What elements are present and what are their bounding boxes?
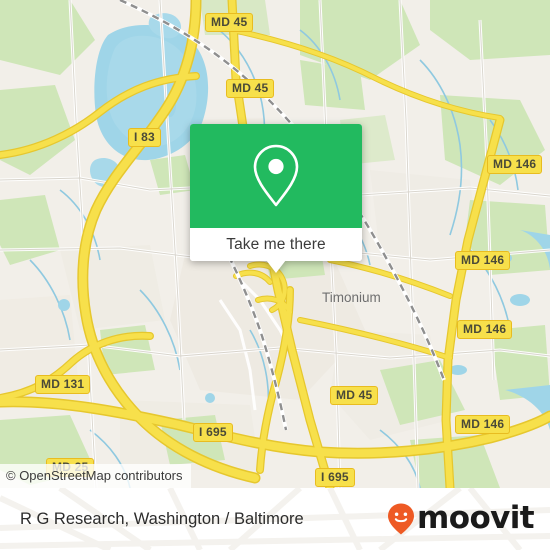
location-popup-card[interactable]: Take me there	[190, 124, 362, 273]
moovit-wordmark: moovit	[417, 499, 535, 536]
location-title: R G Research, Washington / Baltimore	[20, 510, 304, 528]
road-shield-i695-west: I 695	[193, 423, 233, 442]
place-label-timonium: Timonium	[322, 290, 381, 305]
road-shield-i695-south: I 695	[315, 468, 355, 487]
footer-bar: R G Research, Washington / Baltimore moo…	[0, 488, 550, 550]
moovit-smiley-pin-icon	[388, 503, 415, 535]
osm-attribution[interactable]: © OpenStreetMap contributors	[0, 464, 191, 488]
moovit-logo[interactable]: moovit	[386, 499, 535, 536]
popup-header	[190, 124, 362, 228]
popup-pointer-tail	[266, 260, 286, 273]
road-shield-md146-3: MD 146	[457, 320, 513, 339]
road-shield-md45-north: MD 45	[205, 13, 254, 32]
popup-footer[interactable]: Take me there	[190, 228, 362, 261]
road-shield-md146-2: MD 146	[455, 251, 511, 270]
road-shield-md45-south: MD 45	[330, 386, 379, 405]
location-pin-icon	[253, 144, 299, 207]
road-shield-md146-1: MD 146	[487, 155, 543, 174]
road-shield-md146-4: MD 146	[455, 415, 511, 434]
map-screenshot: Timonium MD 45 MD 45 I 83 MD 146 MD 146 …	[0, 0, 550, 550]
map-canvas[interactable]: Timonium MD 45 MD 45 I 83 MD 146 MD 146 …	[0, 0, 550, 488]
road-shield-i83: I 83	[128, 128, 161, 147]
road-shield-md45-upper: MD 45	[226, 79, 275, 98]
popup-body: Take me there	[190, 124, 362, 261]
road-shield-md131: MD 131	[35, 375, 91, 394]
take-me-there-label: Take me there	[226, 235, 326, 253]
